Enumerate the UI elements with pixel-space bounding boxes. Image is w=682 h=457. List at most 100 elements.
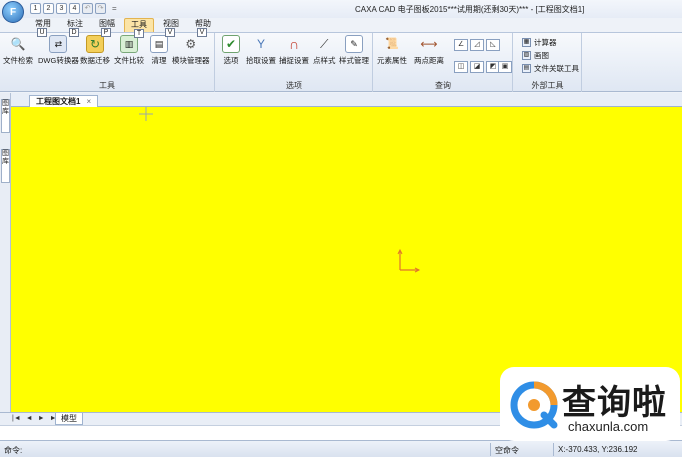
- tab-tools[interactable]: 工具 T: [124, 18, 154, 38]
- tab-view[interactable]: 视图 V: [156, 18, 186, 37]
- module-manager-label: 模块管理器: [172, 56, 210, 65]
- status-separator: [553, 443, 554, 456]
- data-migration-label: 数据迁移: [80, 56, 110, 65]
- external-tools-group: ▦ 计算器 ▨ 画图 ▤ 文件关联工具 外部工具: [514, 33, 582, 92]
- document-tab[interactable]: 工程图文档1 ×: [29, 95, 99, 107]
- cleanup-button[interactable]: ▤ 清理: [150, 35, 168, 66]
- next-layout-button[interactable]: ►: [38, 415, 45, 422]
- paint-item[interactable]: ▨ 画图: [522, 50, 549, 61]
- tab-model[interactable]: 模型: [55, 413, 83, 425]
- paint-icon: ▨: [522, 51, 531, 60]
- cleanup-label: 清理: [151, 56, 167, 65]
- keytip: V: [165, 28, 175, 37]
- pick-cursor-icon: Y: [256, 37, 265, 51]
- magnifier-icon: 🔍: [10, 37, 26, 51]
- paint-label: 画图: [534, 51, 549, 60]
- style-manager-label: 样式管理: [339, 56, 369, 65]
- left-panel-tab[interactable]: 图库: [1, 99, 10, 133]
- element-properties-button[interactable]: 📜 元素属性: [377, 35, 407, 66]
- ribbon-panel: 🔍 文件检索 ⇄ DWG转换器 ↻ 数据迁移 ▥ 文件比较 ▤ 清理 ⚙ 模块管…: [0, 32, 682, 92]
- tab-help[interactable]: 帮助 V: [188, 18, 218, 37]
- calculator-label: 计算器: [534, 38, 557, 47]
- pick-settings-label: 拾取设置: [246, 56, 276, 65]
- window-title: CAXA CAD 电子图板2015***试用期(还剩30天)*** - [工程图…: [355, 5, 585, 14]
- quick-access-more[interactable]: =: [112, 3, 117, 14]
- file-compare-button[interactable]: ▥ 文件比较: [114, 35, 144, 66]
- gear-icon: ⚙: [185, 37, 197, 51]
- quick-access-item-3[interactable]: 3: [56, 3, 67, 14]
- pick-settings-button[interactable]: Y 拾取设置: [246, 35, 276, 66]
- keytip: U: [37, 28, 47, 37]
- ruler-icon: ⟷: [420, 37, 438, 51]
- options-button[interactable]: ✔ 选项: [222, 35, 240, 66]
- watermark-title: 查询啦: [562, 383, 667, 423]
- checkbox-icon: ✔: [222, 35, 240, 53]
- status-separator: [490, 443, 491, 456]
- calculator-icon: ▦: [522, 38, 531, 47]
- coordinate-axis-icon: [397, 249, 421, 273]
- cursor-crosshair-icon: [139, 107, 153, 121]
- left-panel-tab[interactable]: 图库: [1, 149, 10, 183]
- style-manager-button[interactable]: ✎ 样式管理: [339, 35, 369, 66]
- dwg-converter-label: DWG转换器: [38, 56, 79, 65]
- undo-icon[interactable]: ↶: [82, 3, 93, 14]
- style-manager-icon: ✎: [345, 35, 363, 53]
- tools-group-label: 工具: [99, 81, 115, 90]
- file-search-button[interactable]: 🔍 文件检索: [3, 35, 33, 66]
- tab-common[interactable]: 常用 U: [28, 18, 58, 37]
- file-association-icon: ▤: [522, 64, 531, 73]
- close-icon[interactable]: ×: [86, 96, 91, 107]
- quick-access-item-2[interactable]: 2: [43, 3, 54, 14]
- quick-access-item-1[interactable]: 1: [30, 3, 41, 14]
- keytip: P: [101, 28, 111, 37]
- file-association-label: 文件关联工具: [534, 64, 579, 73]
- query-weight-icon[interactable]: ▣: [498, 61, 512, 73]
- external-tools-group-label: 外部工具: [531, 81, 564, 90]
- redo-icon[interactable]: ↷: [95, 3, 106, 14]
- first-layout-button[interactable]: |◄: [12, 415, 21, 422]
- app-menu-button[interactable]: F: [2, 1, 24, 23]
- query-centroid-icon[interactable]: ◪: [470, 61, 484, 73]
- document-tab-label: 工程图文档1: [36, 97, 81, 106]
- quick-access-item-4[interactable]: 4: [69, 3, 80, 14]
- query-group: 📜 元素属性 ⟷ 两点距离 ∠ ◿ ◺ ◫ ◪ ◩ ▣ 查询: [374, 33, 513, 92]
- command-state: 空命令: [495, 446, 519, 455]
- watermark-url: chaxunla.com: [568, 419, 649, 434]
- file-compare-label: 文件比较: [114, 56, 144, 65]
- snap-settings-button[interactable]: ∩ 捕捉设置: [279, 35, 309, 66]
- prev-layout-button[interactable]: ◄: [26, 415, 33, 422]
- tab-dimension[interactable]: 标注 D: [60, 18, 90, 37]
- calculator-item[interactable]: ▦ 计算器: [522, 37, 557, 48]
- file-search-label: 文件检索: [3, 56, 33, 65]
- keytip: D: [69, 28, 79, 37]
- title-bar: F 1 2 3 4 ↶ ↷ = CAXA CAD 电子图板2015***试用期(…: [0, 0, 682, 23]
- cleanup-icon: ▤: [150, 35, 168, 53]
- snap-settings-label: 捕捉设置: [279, 56, 309, 65]
- dwg-convert-icon: ⇄: [49, 35, 68, 53]
- point-style-icon: ⟋: [320, 37, 329, 51]
- query-angle-icon[interactable]: ∠: [454, 39, 468, 51]
- layout-nav: |◄ ◄ ► ►|: [12, 415, 58, 422]
- ribbon-tabs: 常用 U 标注 D 图幅 P 工具 T 视图 V 帮助 V: [0, 18, 682, 38]
- options-label: 选项: [223, 56, 239, 65]
- two-point-distance-button[interactable]: ⟷ 两点距离: [414, 35, 444, 66]
- file-association-item[interactable]: ▤ 文件关联工具: [522, 63, 579, 74]
- options-group-label: 选项: [286, 81, 302, 90]
- tab-sheet[interactable]: 图幅 P: [92, 18, 122, 37]
- quick-access-toolbar: 1 2 3 4 ↶ ↷ =: [30, 3, 117, 14]
- module-manager-button[interactable]: ⚙ 模块管理器: [172, 35, 210, 66]
- cursor-coordinates: X:-370.433, Y:236.192: [558, 445, 638, 454]
- keytip: T: [134, 29, 144, 38]
- keytip: V: [197, 28, 207, 37]
- command-prompt-label: 命令:: [4, 446, 23, 455]
- point-style-button[interactable]: ⟋ 点样式: [313, 35, 336, 66]
- tools-group: 🔍 文件检索 ⇄ DWG转换器 ↻ 数据迁移 ▥ 文件比较 ▤ 清理 ⚙ 模块管…: [0, 33, 215, 92]
- options-group: ✔ 选项 Y 拾取设置 ∩ 捕捉设置 ⟋ 点样式 ✎ 样式管理 选项: [216, 33, 373, 92]
- data-migration-button[interactable]: ↻ 数据迁移: [80, 35, 110, 66]
- query-slope-icon[interactable]: ◺: [486, 39, 500, 51]
- dwg-converter-button[interactable]: ⇄ DWG转换器: [38, 35, 79, 66]
- query-area-icon[interactable]: ◫: [454, 61, 468, 73]
- document-tab-bar: 工程图文档1 ×: [11, 93, 682, 107]
- point-style-label: 点样式: [313, 56, 336, 65]
- query-triangle-icon[interactable]: ◿: [470, 39, 484, 51]
